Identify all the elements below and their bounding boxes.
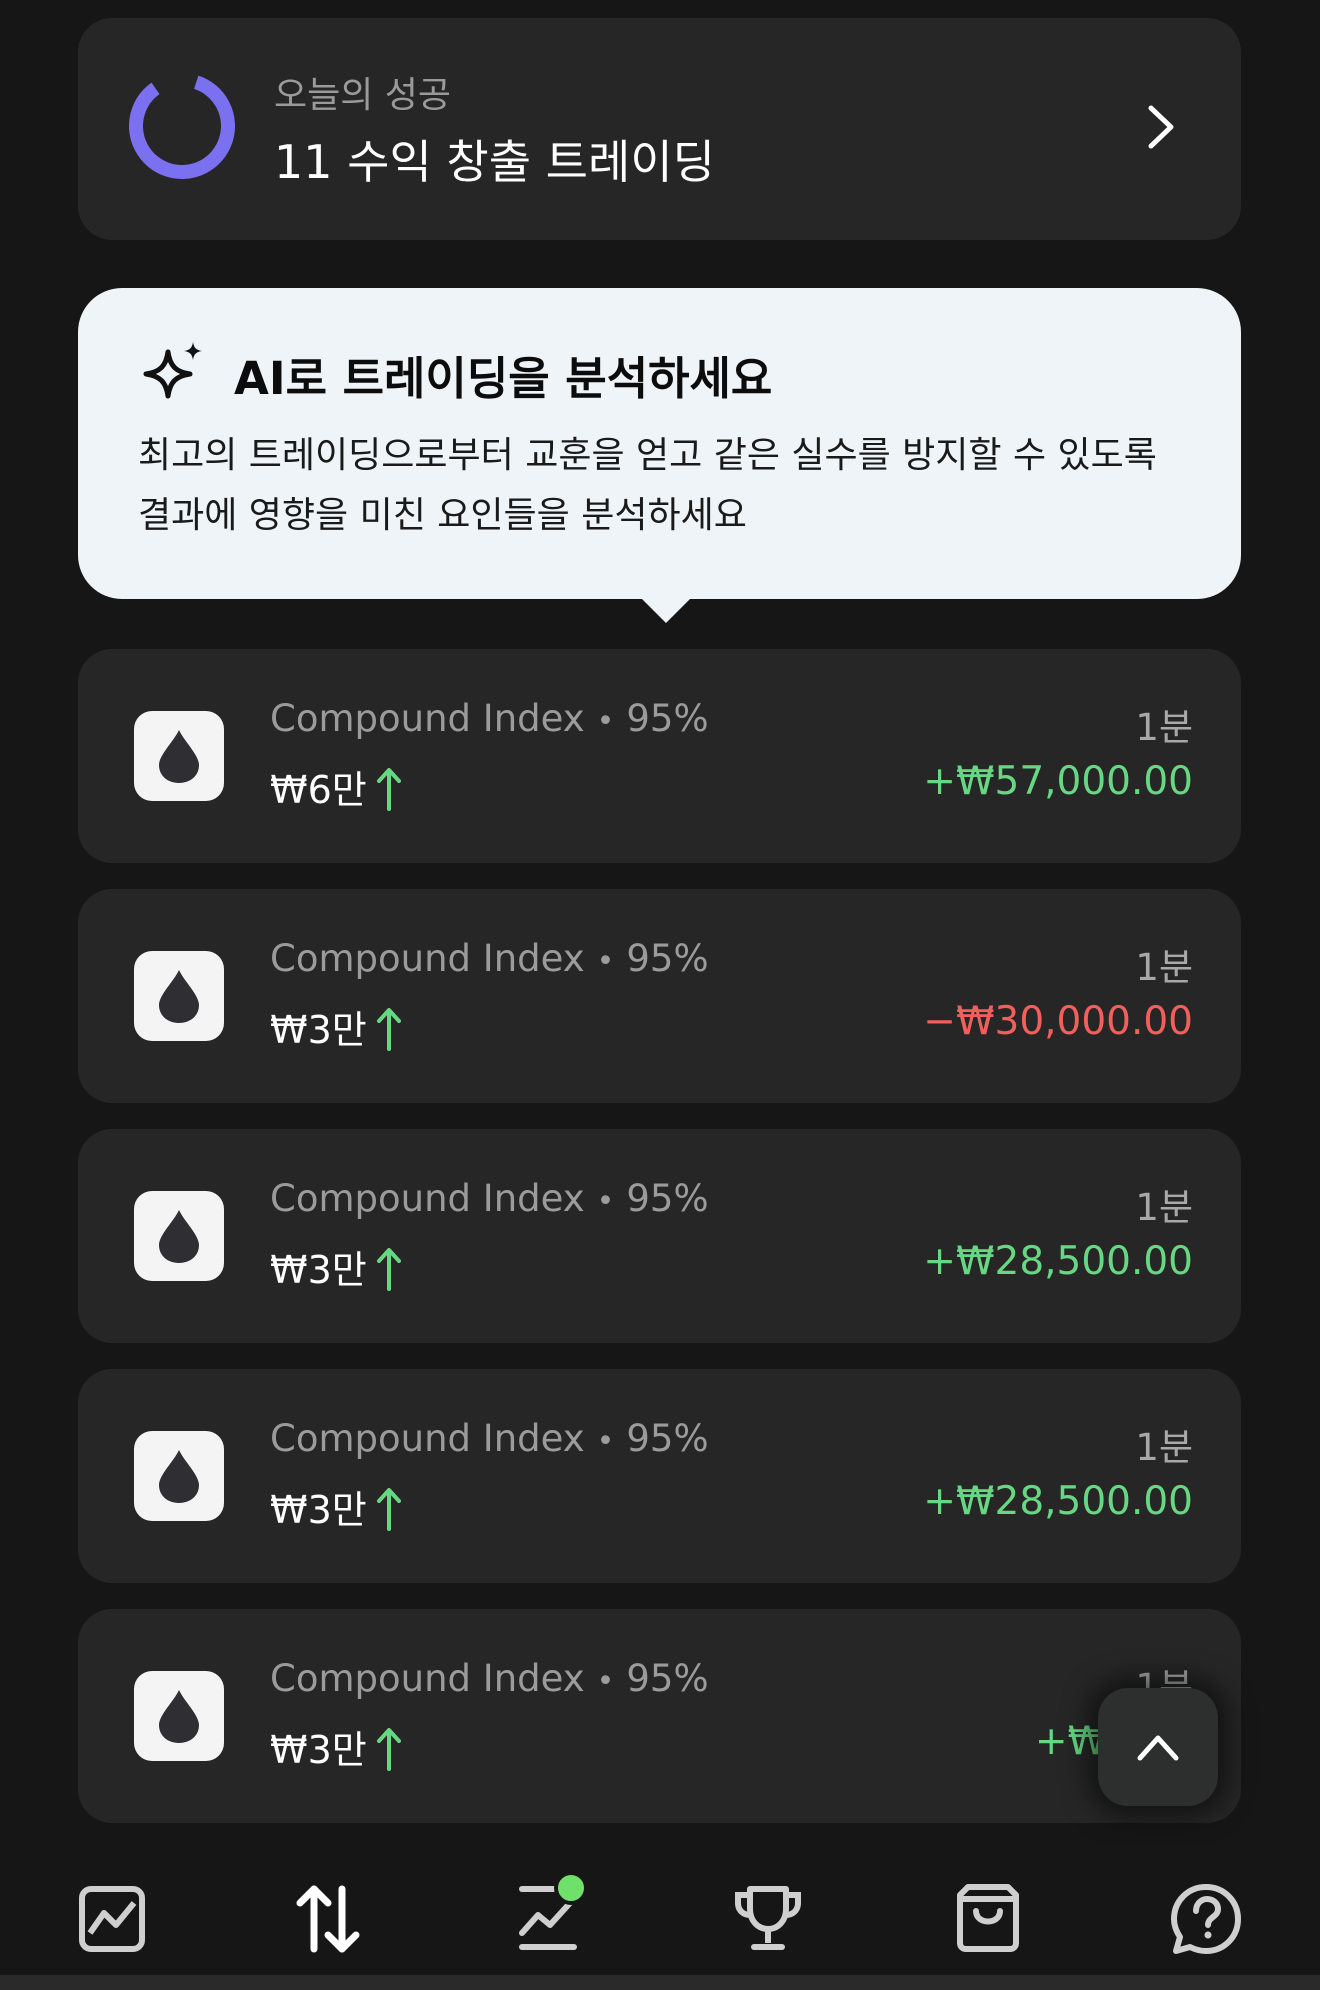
trade-amount: ₩3만: [270, 1008, 367, 1052]
payout: 95%: [626, 1657, 709, 1700]
asset-logo: [134, 1671, 224, 1761]
asset-label: Compound Index • 95%: [270, 697, 709, 740]
separator-dot: •: [596, 1184, 615, 1219]
trophy-icon: [735, 1886, 801, 1950]
summary-title: 11 수익 창출 트레이딩: [274, 135, 715, 189]
trade-row[interactable]: Compound Index•95%₩3만1분+₩28,5: [78, 1609, 1241, 1823]
payout: 95%: [626, 697, 709, 740]
trade-result: +₩57,000.00: [923, 759, 1193, 804]
today-success-card[interactable]: 오늘의 성공 11 수익 창출 트레이딩: [78, 18, 1241, 240]
notification-dot: [554, 1871, 588, 1905]
nav-help[interactable]: [1166, 1879, 1246, 1959]
asset-logo: [134, 1431, 224, 1521]
summary-subtitle: 오늘의 성공: [274, 75, 452, 116]
drop-icon: [159, 970, 199, 1023]
asset-label: Compound Index • 95%: [270, 1417, 709, 1460]
separator-dot: •: [596, 1424, 615, 1459]
trade-amount: ₩3만: [270, 1248, 367, 1292]
scroll-to-top-button[interactable]: [1098, 1688, 1218, 1806]
trade-amount: ₩6만: [270, 768, 367, 812]
sparkle-icon: [143, 342, 202, 399]
asset-name: Compound Index: [270, 937, 585, 980]
trade-duration: 1분: [1135, 946, 1193, 989]
separator-dot: •: [596, 1664, 615, 1699]
arrow-up-icon: [376, 1727, 401, 1771]
arrow-up-icon: [376, 1247, 401, 1291]
trade-row[interactable]: Compound Index • 95% ₩6만 1분 +₩57,000.00: [78, 649, 1241, 863]
trade-duration: 1분: [1135, 1186, 1193, 1229]
trade-amount-row: ₩3만: [270, 1479, 403, 1534]
trade-amount: ₩3만: [270, 1488, 367, 1532]
trade-result: +₩28,500.00: [923, 1239, 1193, 1284]
trade-amount-row: ₩3만: [270, 999, 403, 1054]
trade-amount-row: ₩3만: [270, 1239, 403, 1294]
trade-row[interactable]: Compound Index • 95% ₩3만 1분 +₩28,500.00: [78, 1369, 1241, 1583]
separator-dot: •: [596, 944, 615, 979]
trade-amount-row: ₩6만: [270, 759, 403, 814]
drop-icon: [159, 1690, 199, 1743]
trade-amount: ₩3만: [270, 1728, 367, 1772]
payout: 95%: [626, 1177, 709, 1220]
asset-label: Compound Index • 95%: [270, 1657, 709, 1700]
asset-name: Compound Index: [270, 1177, 585, 1220]
ai-tooltip-body: 최고의 트레이딩으로부터 교훈을 얻고 같은 실수를 방지할 수 있도록 결과에…: [138, 435, 1157, 536]
arrow-up-icon: [376, 1007, 401, 1051]
asset-label: Compound Index • 95%: [270, 1177, 709, 1220]
help-icon: [1171, 1884, 1241, 1954]
nav-trophy[interactable]: [728, 1879, 808, 1959]
shop-bag-icon: [957, 1884, 1019, 1952]
separator-dot: •: [596, 704, 615, 739]
arrow-up-icon: [376, 1487, 401, 1531]
asset-logo: [134, 1191, 224, 1281]
payout: 95%: [626, 937, 709, 980]
nav-shop[interactable]: [948, 1879, 1028, 1959]
trade-result: −₩30,000.00: [923, 999, 1193, 1044]
system-bar: [0, 1975, 1320, 1990]
chart-icon: [79, 1886, 145, 1952]
asset-label: Compound Index • 95%: [270, 937, 709, 980]
trade-row[interactable]: Compound Index • 95% ₩3만 1분 +₩28,500.00: [78, 1129, 1241, 1343]
chevron-right-icon[interactable]: [1139, 102, 1183, 152]
nav-analytics[interactable]: [508, 1871, 588, 1959]
asset-name: Compound Index: [270, 697, 585, 740]
asset-name: Compound Index: [270, 1657, 585, 1700]
drop-icon: [159, 730, 199, 783]
ai-tooltip-title: AI로 트레이딩을 분석하세요: [234, 352, 773, 405]
nav-trade[interactable]: [288, 1879, 368, 1959]
trade-arrows-icon: [296, 1885, 360, 1953]
drop-icon: [159, 1450, 199, 1503]
asset-name: Compound Index: [270, 1417, 585, 1460]
progress-ring-icon: [129, 73, 235, 179]
drop-icon: [159, 1210, 199, 1263]
ai-analysis-tooltip: AI로 트레이딩을 분석하세요 최고의 트레이딩으로부터 교훈을 얻고 같은 실…: [78, 288, 1241, 623]
asset-logo: [134, 951, 224, 1041]
trade-duration: 1분: [1135, 1426, 1193, 1469]
bottom-navigation: [0, 1845, 1320, 1990]
payout: 95%: [626, 1417, 709, 1460]
trade-duration: 1분: [1135, 706, 1193, 749]
nav-chart[interactable]: [72, 1879, 152, 1959]
asset-logo: [134, 711, 224, 801]
arrow-up-icon: [376, 767, 401, 811]
tooltip-pointer: [640, 597, 692, 623]
trade-result: +₩28,500.00: [923, 1479, 1193, 1524]
trade-row[interactable]: Compound Index • 95% ₩3만 1분 −₩30,000.00: [78, 889, 1241, 1103]
trade-amount-row: ₩3만: [270, 1719, 403, 1774]
chevron-up-icon: [1137, 1735, 1179, 1761]
